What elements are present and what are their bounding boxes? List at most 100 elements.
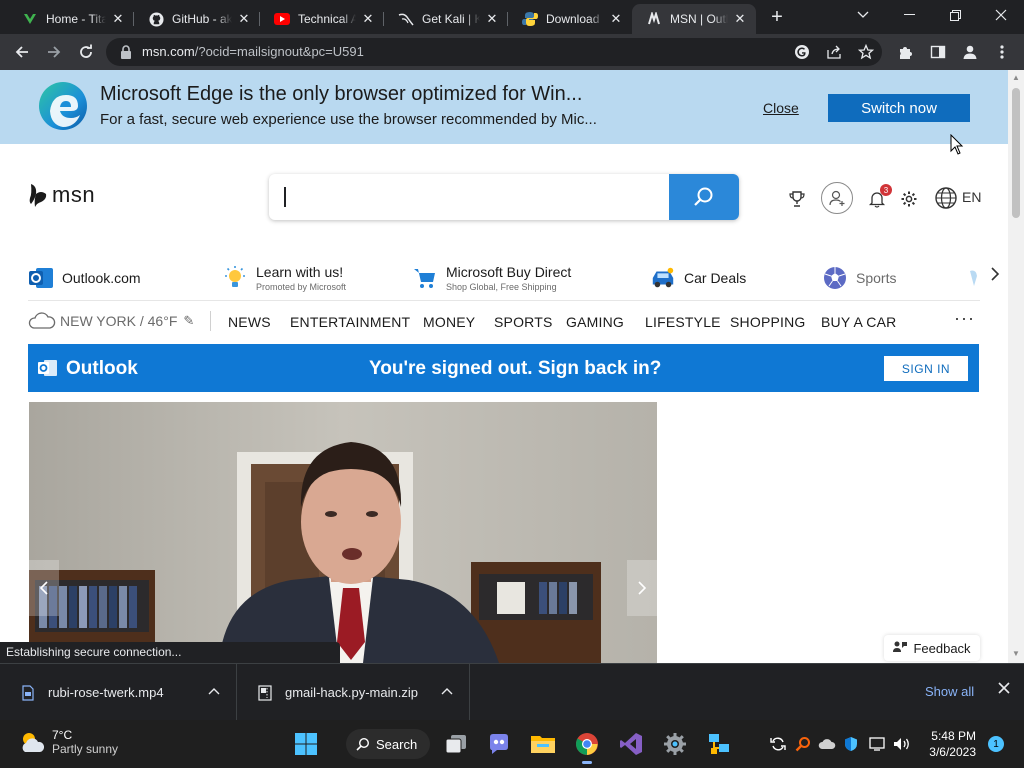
settings-taskbar-button[interactable]	[659, 728, 691, 760]
banner-close-link[interactable]: Close	[763, 100, 799, 116]
quick-link-sports[interactable]: Sports	[822, 260, 896, 296]
chevron-up-icon[interactable]	[441, 684, 453, 698]
scrollbar-thumb[interactable]	[1012, 88, 1020, 218]
chevron-up-icon[interactable]	[208, 684, 220, 698]
quick-link-title: Microsoft Buy Direct	[446, 264, 572, 280]
share-button[interactable]	[824, 42, 844, 62]
banner-subline: For a fast, secure web experience use th…	[100, 111, 597, 128]
network-app-button[interactable]	[703, 728, 735, 760]
settings-button[interactable]	[898, 188, 920, 210]
tab-1[interactable]: Home - Tita ✕	[8, 4, 134, 34]
browser-toolbar: msn.com/?ocid=mailsignout&pc=U591	[0, 34, 1024, 70]
quick-link-learn[interactable]: Learn with us! Promoted by Microsoft	[222, 260, 346, 296]
download-item-2[interactable]: gmail-hack.py-main.zip	[237, 664, 470, 721]
nav-entertainment[interactable]: ENTERTAINMENT	[290, 314, 410, 330]
sign-in-avatar-button[interactable]	[821, 182, 853, 214]
chevron-down-icon	[857, 11, 869, 18]
teams-chat-icon	[490, 734, 508, 754]
quick-link-outlook[interactable]: Outlook.com	[28, 260, 141, 296]
feedback-button[interactable]: Feedback	[884, 635, 980, 661]
language-globe-button[interactable]	[934, 186, 958, 210]
close-tab-icon[interactable]: ✕	[360, 11, 376, 27]
pencil-icon[interactable]: ✎	[183, 313, 194, 329]
nav-news[interactable]: NEWS	[228, 314, 271, 330]
nav-gaming[interactable]: GAMING	[566, 314, 624, 330]
file-explorer-button[interactable]	[527, 728, 559, 760]
notifications-button[interactable]: 3	[866, 184, 892, 210]
system-clock[interactable]: 5:48 PM 3/6/2023	[920, 728, 976, 760]
magnifier-tray-icon[interactable]	[793, 734, 813, 754]
quick-links-next-arrow[interactable]	[990, 266, 1000, 287]
chrome-taskbar-button[interactable]	[571, 728, 603, 764]
tab-2[interactable]: GitHub - ak ✕	[134, 4, 260, 34]
menu-button[interactable]	[988, 38, 1016, 66]
download-filename: rubi-rose-twerk.mp4	[48, 685, 164, 700]
search-box[interactable]	[269, 174, 739, 220]
hero-video-card[interactable]	[29, 402, 657, 663]
search-button[interactable]	[669, 174, 739, 220]
google-lens-button[interactable]	[792, 42, 812, 62]
onedrive-cloud-icon[interactable]	[817, 734, 837, 754]
volume-icon[interactable]	[892, 734, 912, 754]
url-text[interactable]: msn.com/?ocid=mailsignout&pc=U591	[142, 44, 364, 59]
new-tab-button[interactable]: +	[766, 6, 788, 28]
hero-next-button[interactable]	[627, 560, 657, 616]
taskbar-search-button[interactable]: Search	[346, 729, 430, 759]
close-tab-icon[interactable]: ✕	[732, 11, 748, 27]
quick-link-buy-direct[interactable]: Microsoft Buy Direct Shop Global, Free Sh…	[412, 260, 571, 296]
back-button[interactable]	[8, 38, 36, 66]
reload-button[interactable]	[72, 38, 100, 66]
extensions-button[interactable]	[892, 38, 920, 66]
close-window-button[interactable]	[978, 0, 1024, 30]
show-all-downloads-link[interactable]: Show all	[925, 684, 974, 699]
notification-center-badge[interactable]: 1	[988, 736, 1004, 752]
start-button[interactable]	[290, 728, 322, 760]
close-tab-icon[interactable]: ✕	[110, 11, 126, 27]
forward-button[interactable]	[40, 38, 68, 66]
chevron-right-icon	[638, 581, 647, 595]
sign-in-button[interactable]: SIGN IN	[884, 356, 968, 381]
side-panel-button[interactable]	[924, 38, 952, 66]
close-tab-icon[interactable]: ✕	[236, 11, 252, 27]
tab-3[interactable]: Technical A ✕	[260, 4, 384, 34]
scroll-up-arrow[interactable]: ▲	[1012, 74, 1020, 82]
nav-money[interactable]: MONEY	[423, 314, 475, 330]
minimize-button[interactable]	[886, 0, 932, 30]
gear-icon	[901, 191, 917, 207]
sync-icon[interactable]	[768, 734, 788, 754]
switch-now-button[interactable]: Switch now	[828, 94, 970, 122]
quick-link-car-deals[interactable]: Car Deals	[650, 260, 746, 296]
download-item-1[interactable]: rubi-rose-twerk.mp4	[0, 664, 237, 721]
visual-studio-button[interactable]	[615, 728, 647, 760]
weather-location[interactable]: NEW YORK / 46°F ✎	[28, 312, 194, 330]
nav-sports[interactable]: SPORTS	[494, 314, 553, 330]
profile-button[interactable]	[956, 38, 984, 66]
close-tab-icon[interactable]: ✕	[608, 11, 624, 27]
page-scrollbar[interactable]: ▲ ▼	[1008, 70, 1024, 663]
tab-6-active[interactable]: MSN | Outl ✕	[632, 4, 756, 34]
msn-logo[interactable]: msn	[28, 182, 95, 208]
restore-button[interactable]	[932, 0, 978, 30]
scroll-down-arrow[interactable]: ▼	[1012, 650, 1020, 658]
nav-lifestyle[interactable]: LIFESTYLE	[645, 314, 721, 330]
tab-4[interactable]: Get Kali | K ✕	[384, 4, 508, 34]
tab-5[interactable]: Download ✕	[508, 4, 632, 34]
hero-prev-button[interactable]	[29, 560, 59, 616]
teams-chat-button[interactable]	[483, 728, 515, 760]
nav-buy-a-car[interactable]: BUY A CAR	[821, 314, 896, 330]
close-download-bar-button[interactable]	[998, 681, 1010, 699]
security-shield-icon[interactable]	[841, 734, 861, 754]
nav-more-button[interactable]: ···	[954, 308, 975, 329]
taskbar-weather-widget[interactable]: 7°C Partly sunny	[18, 728, 118, 756]
language-label[interactable]: EN	[962, 189, 981, 205]
task-view-button[interactable]	[440, 728, 472, 760]
lock-icon[interactable]	[118, 44, 134, 60]
nav-shopping[interactable]: SHOPPING	[730, 314, 806, 330]
search-icon	[694, 187, 713, 206]
display-icon[interactable]	[867, 734, 887, 754]
bookmark-star-button[interactable]	[856, 42, 876, 62]
address-bar[interactable]: msn.com/?ocid=mailsignout&pc=U591	[106, 38, 882, 66]
close-tab-icon[interactable]: ✕	[484, 11, 500, 27]
rewards-trophy-button[interactable]	[786, 188, 808, 210]
tab-search-button[interactable]	[840, 0, 886, 30]
